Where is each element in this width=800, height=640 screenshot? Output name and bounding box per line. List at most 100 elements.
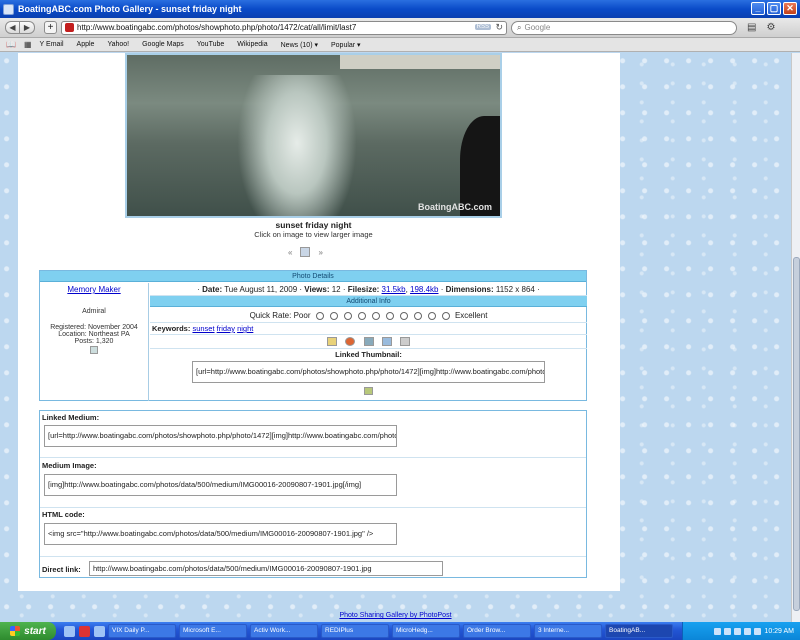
rating-radio[interactable] — [399, 311, 408, 320]
app-quicklaunch-icon[interactable] — [94, 625, 105, 637]
scrollbar-thumb[interactable] — [793, 257, 800, 611]
bookmark-item[interactable]: Yahoo! — [107, 41, 129, 48]
photo-details-header: Photo Details — [40, 271, 586, 282]
linked-thumbnail-code-field[interactable]: [url=http://www.boatingabc.com/photos/sh… — [192, 361, 545, 383]
print-icon[interactable] — [399, 337, 410, 347]
content-panel: BoatingABC.com sunset friday night Click… — [18, 53, 620, 591]
photopost-footer-link[interactable]: Photo Sharing Gallery by PhotoPost — [339, 612, 451, 619]
filesize-medium-link[interactable]: 31.5kb — [382, 285, 406, 294]
rating-radio[interactable] — [371, 311, 380, 320]
medium-image-code-field[interactable]: [img]http://www.boatingabc.com/photos/da… — [44, 474, 397, 496]
uploader-rank: Admiral — [82, 308, 106, 315]
rss-badge[interactable]: RSS — [474, 23, 491, 30]
photo-title: sunset friday night — [275, 220, 352, 230]
rate-excellent-label: Excellent — [454, 311, 488, 320]
bookmarks-book-icon[interactable]: 📖 — [6, 40, 16, 49]
linked-medium-label: Linked Medium: — [42, 413, 100, 422]
rating-radio[interactable] — [413, 311, 422, 320]
taskbar-button[interactable]: Activ Work... — [250, 624, 318, 638]
minimize-button[interactable]: _ — [751, 2, 765, 15]
photo-image[interactable]: BoatingABC.com — [125, 53, 502, 218]
rating-radio[interactable] — [427, 311, 436, 320]
uploader-name-link[interactable]: Memory Maker — [67, 285, 120, 294]
maximize-button[interactable]: ▢ — [767, 2, 781, 15]
linked-medium-code-field[interactable]: [url=http://www.boatingabc.com/photos/sh… — [44, 425, 397, 447]
start-button[interactable]: start — [0, 622, 56, 640]
rating-radio[interactable] — [315, 311, 324, 320]
windows-taskbar: start VIX Daily P... Microsoft E... Acti… — [0, 622, 800, 640]
ecard-icon[interactable] — [381, 337, 392, 347]
rating-radio[interactable] — [329, 311, 338, 320]
acrobat-quicklaunch-icon[interactable] — [79, 625, 90, 637]
photo-subtitle: Click on image to view larger image — [254, 230, 373, 239]
back-button[interactable]: ◀ — [5, 21, 20, 34]
tray-icon[interactable] — [724, 627, 732, 635]
taskbar-button[interactable]: 3 Interne... — [534, 624, 602, 638]
address-bar[interactable]: http://www.boatingabc.com/photos/showpho… — [61, 20, 507, 35]
quick-rate-row: Quick Rate: Poor Excellent — [150, 308, 587, 323]
keyword-link[interactable]: night — [237, 324, 253, 333]
forward-button[interactable]: ▶ — [20, 21, 35, 34]
keyword-link[interactable]: sunset — [192, 324, 214, 333]
tray-icon[interactable] — [734, 627, 742, 635]
additional-info-header: Additional Info — [150, 296, 587, 307]
rating-radio[interactable] — [441, 311, 450, 320]
uploader-registered: Registered: November 2004 — [50, 324, 138, 331]
browser-app-icon — [3, 3, 14, 15]
vertical-scrollbar[interactable] — [791, 53, 800, 622]
date-value: Tue August 11, 2009 — [224, 285, 298, 294]
rating-radio[interactable] — [385, 311, 394, 320]
taskbar-button[interactable]: VIX Daily P... — [108, 624, 176, 638]
volume-icon[interactable] — [744, 627, 752, 635]
window-titlebar: BoatingABC.com Photo Gallery - sunset fr… — [0, 0, 800, 18]
profile-icon[interactable] — [90, 346, 98, 354]
photo-shoreline — [340, 55, 500, 69]
html-code-field[interactable]: <img src="http://www.boatingabc.com/phot… — [44, 523, 397, 545]
bookmark-item[interactable]: Wikipedia — [237, 41, 267, 48]
tray-icon[interactable] — [754, 627, 762, 635]
add-bookmark-button[interactable]: + — [44, 21, 57, 34]
search-icon: ⌕ — [517, 22, 522, 32]
bookmark-item[interactable]: Popular ▾ — [331, 41, 361, 49]
top-sites-grid-icon[interactable]: ▦ — [24, 40, 32, 49]
filesize-label: Filesize: — [347, 285, 380, 294]
next-photo-icon[interactable]: » — [318, 248, 322, 257]
thumbnail-preview-icon[interactable] — [364, 387, 373, 395]
taskbar-button[interactable]: REDIPlus — [321, 624, 389, 638]
add-favorite-icon[interactable] — [327, 337, 338, 347]
previous-photo-icon[interactable]: « — [288, 248, 292, 257]
page-footer: Photo Sharing Gallery by PhotoPost — [0, 612, 791, 619]
bookmark-item[interactable]: YouTube — [197, 41, 225, 48]
bookmark-item[interactable]: Y Email — [40, 41, 64, 48]
reload-icon[interactable]: ↻ — [495, 22, 503, 33]
medium-image-label: Medium Image: — [42, 461, 97, 470]
settings-gear-icon[interactable]: ⚙ — [766, 22, 775, 33]
bookmark-item[interactable]: News (10) ▾ — [281, 41, 318, 49]
taskbar-button[interactable]: Order Brow... — [463, 624, 531, 638]
search-field[interactable]: ⌕ Google — [511, 20, 737, 35]
email-photo-icon[interactable] — [363, 337, 374, 347]
bookmark-item[interactable]: Google Maps — [142, 41, 184, 48]
taskbar-button[interactable]: Microsoft E... — [179, 624, 247, 638]
ie-quicklaunch-icon[interactable] — [64, 625, 75, 637]
date-label: Date: — [202, 285, 223, 294]
close-button[interactable]: ✕ — [783, 2, 797, 15]
row-divider — [40, 457, 586, 458]
uploader-posts: Posts: 1,320 — [74, 338, 114, 345]
taskbar-button[interactable]: MicroHedg... — [392, 624, 460, 638]
windows-flag-icon — [10, 626, 21, 636]
rating-radio[interactable] — [357, 311, 366, 320]
bookmark-item[interactable]: Apple — [77, 41, 95, 48]
rating-radio[interactable] — [343, 311, 352, 320]
filesize-original-link[interactable]: 198.4kb — [410, 285, 438, 294]
direct-link-field[interactable]: http://www.boatingabc.com/photos/data/50… — [89, 561, 443, 576]
views-value: 12 — [331, 285, 341, 294]
clock[interactable]: 10:29 AM — [764, 628, 794, 635]
gallery-thumbnail-icon[interactable] — [300, 247, 311, 257]
tray-icon[interactable] — [714, 627, 722, 635]
report-photo-icon[interactable] — [345, 337, 356, 347]
page-menu-icon[interactable]: ▤ — [747, 22, 756, 33]
keyword-link[interactable]: friday — [217, 324, 235, 333]
address-url: http://www.boatingabc.com/photos/showpho… — [77, 23, 357, 32]
taskbar-button-active[interactable]: BoatingAB... — [605, 624, 673, 638]
